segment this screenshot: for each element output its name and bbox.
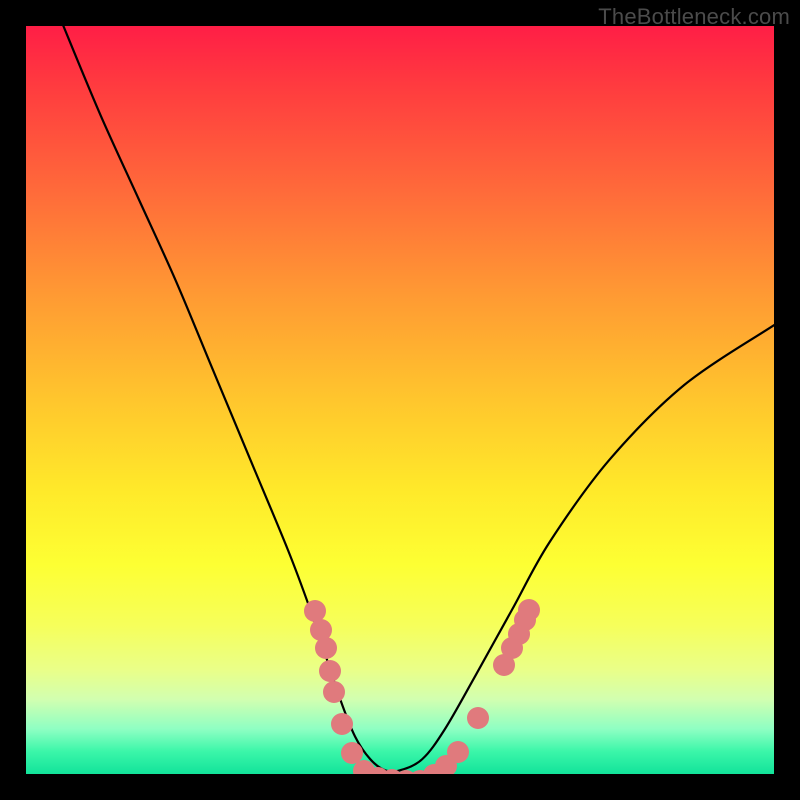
bottleneck-curve: [63, 26, 774, 772]
chart-svg: [26, 26, 774, 774]
emphasis-dot: [323, 681, 345, 703]
emphasis-dot: [304, 600, 326, 622]
emphasis-dot: [341, 742, 363, 764]
chart-plot-area: [26, 26, 774, 774]
emphasis-dot: [447, 741, 469, 763]
emphasis-dot: [467, 707, 489, 729]
emphasis-dot: [319, 660, 341, 682]
emphasis-dot: [518, 599, 540, 621]
emphasis-dot: [315, 637, 337, 659]
emphasis-dot: [331, 713, 353, 735]
